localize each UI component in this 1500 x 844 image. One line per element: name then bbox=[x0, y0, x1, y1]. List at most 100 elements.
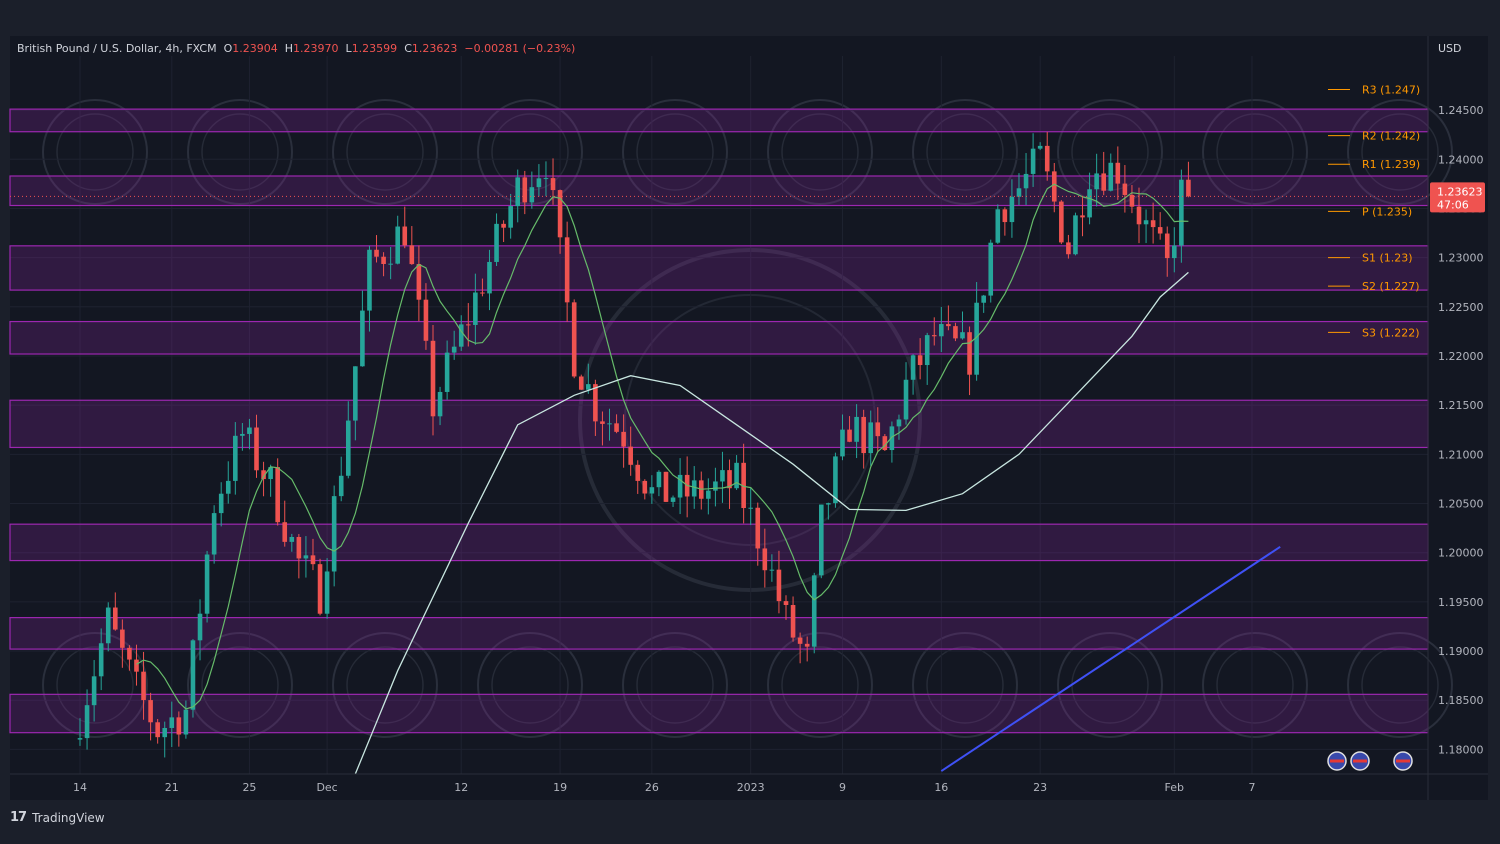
time-tick-label: 7 bbox=[1248, 781, 1255, 794]
candle-body bbox=[409, 245, 415, 265]
candle-body bbox=[1044, 145, 1050, 172]
candle-body bbox=[522, 177, 528, 203]
candle-body bbox=[127, 647, 132, 660]
candle-body bbox=[550, 178, 556, 191]
candle-body bbox=[1157, 227, 1163, 234]
candle-body bbox=[1002, 209, 1008, 223]
candle-body bbox=[162, 727, 168, 738]
candle-body bbox=[939, 324, 944, 337]
high-value: 1.23970 bbox=[293, 42, 339, 55]
candle-body bbox=[423, 299, 429, 341]
candle-body bbox=[233, 435, 238, 481]
candle-body bbox=[953, 326, 958, 339]
candle-body bbox=[444, 352, 450, 392]
pivot-label: S1 (1.23) bbox=[1362, 252, 1413, 265]
candle-body bbox=[1143, 220, 1149, 225]
candle-body bbox=[995, 209, 1001, 243]
change-value: −0.00281 (−0.23%) bbox=[464, 42, 576, 55]
sr-zone bbox=[9, 175, 1429, 207]
price-tag-countdown: 47:06 bbox=[1437, 198, 1469, 211]
candle-body bbox=[543, 178, 549, 180]
open-label: O bbox=[223, 42, 233, 55]
candle-body bbox=[1108, 162, 1114, 191]
candle-body bbox=[1179, 179, 1184, 246]
candle-body bbox=[804, 643, 810, 647]
candle-body bbox=[797, 637, 803, 644]
candle-body bbox=[903, 379, 909, 420]
candle-body bbox=[790, 605, 796, 638]
candle-body bbox=[1059, 201, 1064, 243]
candle-body bbox=[578, 376, 584, 390]
low-value: 1.23599 bbox=[351, 42, 398, 55]
candle-body bbox=[988, 242, 994, 296]
price-tick-label: 1.23000 bbox=[1438, 252, 1484, 265]
candle-body bbox=[473, 292, 478, 325]
candle-body bbox=[1009, 196, 1015, 223]
candle-body bbox=[529, 187, 535, 203]
candle-body bbox=[593, 384, 598, 422]
price-tick-label: 1.24500 bbox=[1438, 104, 1484, 117]
sr-zone bbox=[9, 320, 1429, 355]
candle-body bbox=[515, 177, 521, 207]
candle-body bbox=[402, 226, 408, 246]
candle-body bbox=[134, 659, 139, 672]
candle-body bbox=[656, 471, 662, 488]
tradingview-logo-icon: 𝟭𝟳 bbox=[10, 810, 27, 825]
time-tick-label: 12 bbox=[454, 781, 468, 794]
time-tick-label: 2023 bbox=[737, 781, 765, 794]
candle-body bbox=[155, 722, 160, 738]
candle-body bbox=[564, 237, 570, 303]
candle-body bbox=[353, 366, 358, 421]
candle-body bbox=[1016, 188, 1022, 197]
candle-body bbox=[91, 676, 97, 706]
candle-body bbox=[105, 607, 111, 644]
close-label: C bbox=[404, 42, 412, 55]
symbol-title: British Pound / U.S. Dollar, 4h, FXCM bbox=[17, 42, 217, 55]
candle-body bbox=[381, 256, 386, 264]
candle-body bbox=[310, 555, 316, 565]
brand-label: TradingView bbox=[32, 810, 105, 825]
price-tick-label: 1.20500 bbox=[1438, 498, 1484, 511]
candle-body bbox=[706, 490, 711, 499]
candle-body bbox=[600, 421, 605, 424]
price-tick-label: 1.18000 bbox=[1438, 743, 1484, 756]
candle-body bbox=[1101, 173, 1106, 191]
candle-body bbox=[466, 324, 471, 326]
candle-body bbox=[1115, 162, 1121, 184]
candle-body bbox=[331, 496, 337, 572]
current-price-tag: 1.2362347:06 bbox=[1430, 182, 1485, 213]
candle-body bbox=[635, 464, 641, 481]
candlestick-chart[interactable]: R3 (1.247) R2 (1.242) R1 (1.239) P (1.235) S… bbox=[0, 0, 1500, 844]
candle-body bbox=[1066, 242, 1071, 255]
tradingview-brand[interactable]: 𝟭𝟳 TradingView bbox=[10, 810, 105, 825]
candle-body bbox=[367, 249, 372, 311]
candle-body bbox=[642, 480, 648, 494]
candle-body bbox=[395, 226, 400, 264]
time-tick-label: Feb bbox=[1165, 781, 1184, 794]
candle-body bbox=[628, 446, 633, 465]
candle-body bbox=[176, 717, 182, 735]
candle-body bbox=[748, 507, 753, 509]
candle-body bbox=[508, 206, 513, 228]
candle-body bbox=[437, 391, 443, 417]
candle-body bbox=[183, 709, 189, 735]
symbol-header[interactable]: British Pound / U.S. Dollar, 4h, FXCM O 1… bbox=[17, 42, 575, 55]
time-tick-label: 21 bbox=[165, 781, 179, 794]
candle-body bbox=[211, 513, 217, 555]
candle-body bbox=[338, 475, 344, 497]
candle-body bbox=[854, 416, 859, 442]
candle-body bbox=[614, 423, 619, 432]
candle-body bbox=[141, 671, 146, 701]
event-flags[interactable] bbox=[1327, 751, 1413, 771]
candle-body bbox=[1164, 233, 1170, 259]
candle-body bbox=[819, 504, 824, 576]
price-tick-label: 1.19500 bbox=[1438, 596, 1484, 609]
candle-body bbox=[917, 355, 923, 366]
price-tick-label: 1.21000 bbox=[1438, 448, 1484, 461]
support-resistance-zones bbox=[9, 108, 1429, 734]
candle-body bbox=[254, 427, 259, 471]
time-tick-label: 16 bbox=[934, 781, 948, 794]
candle-body bbox=[840, 429, 845, 457]
candle-body bbox=[1037, 145, 1043, 149]
candle-body bbox=[430, 340, 436, 417]
